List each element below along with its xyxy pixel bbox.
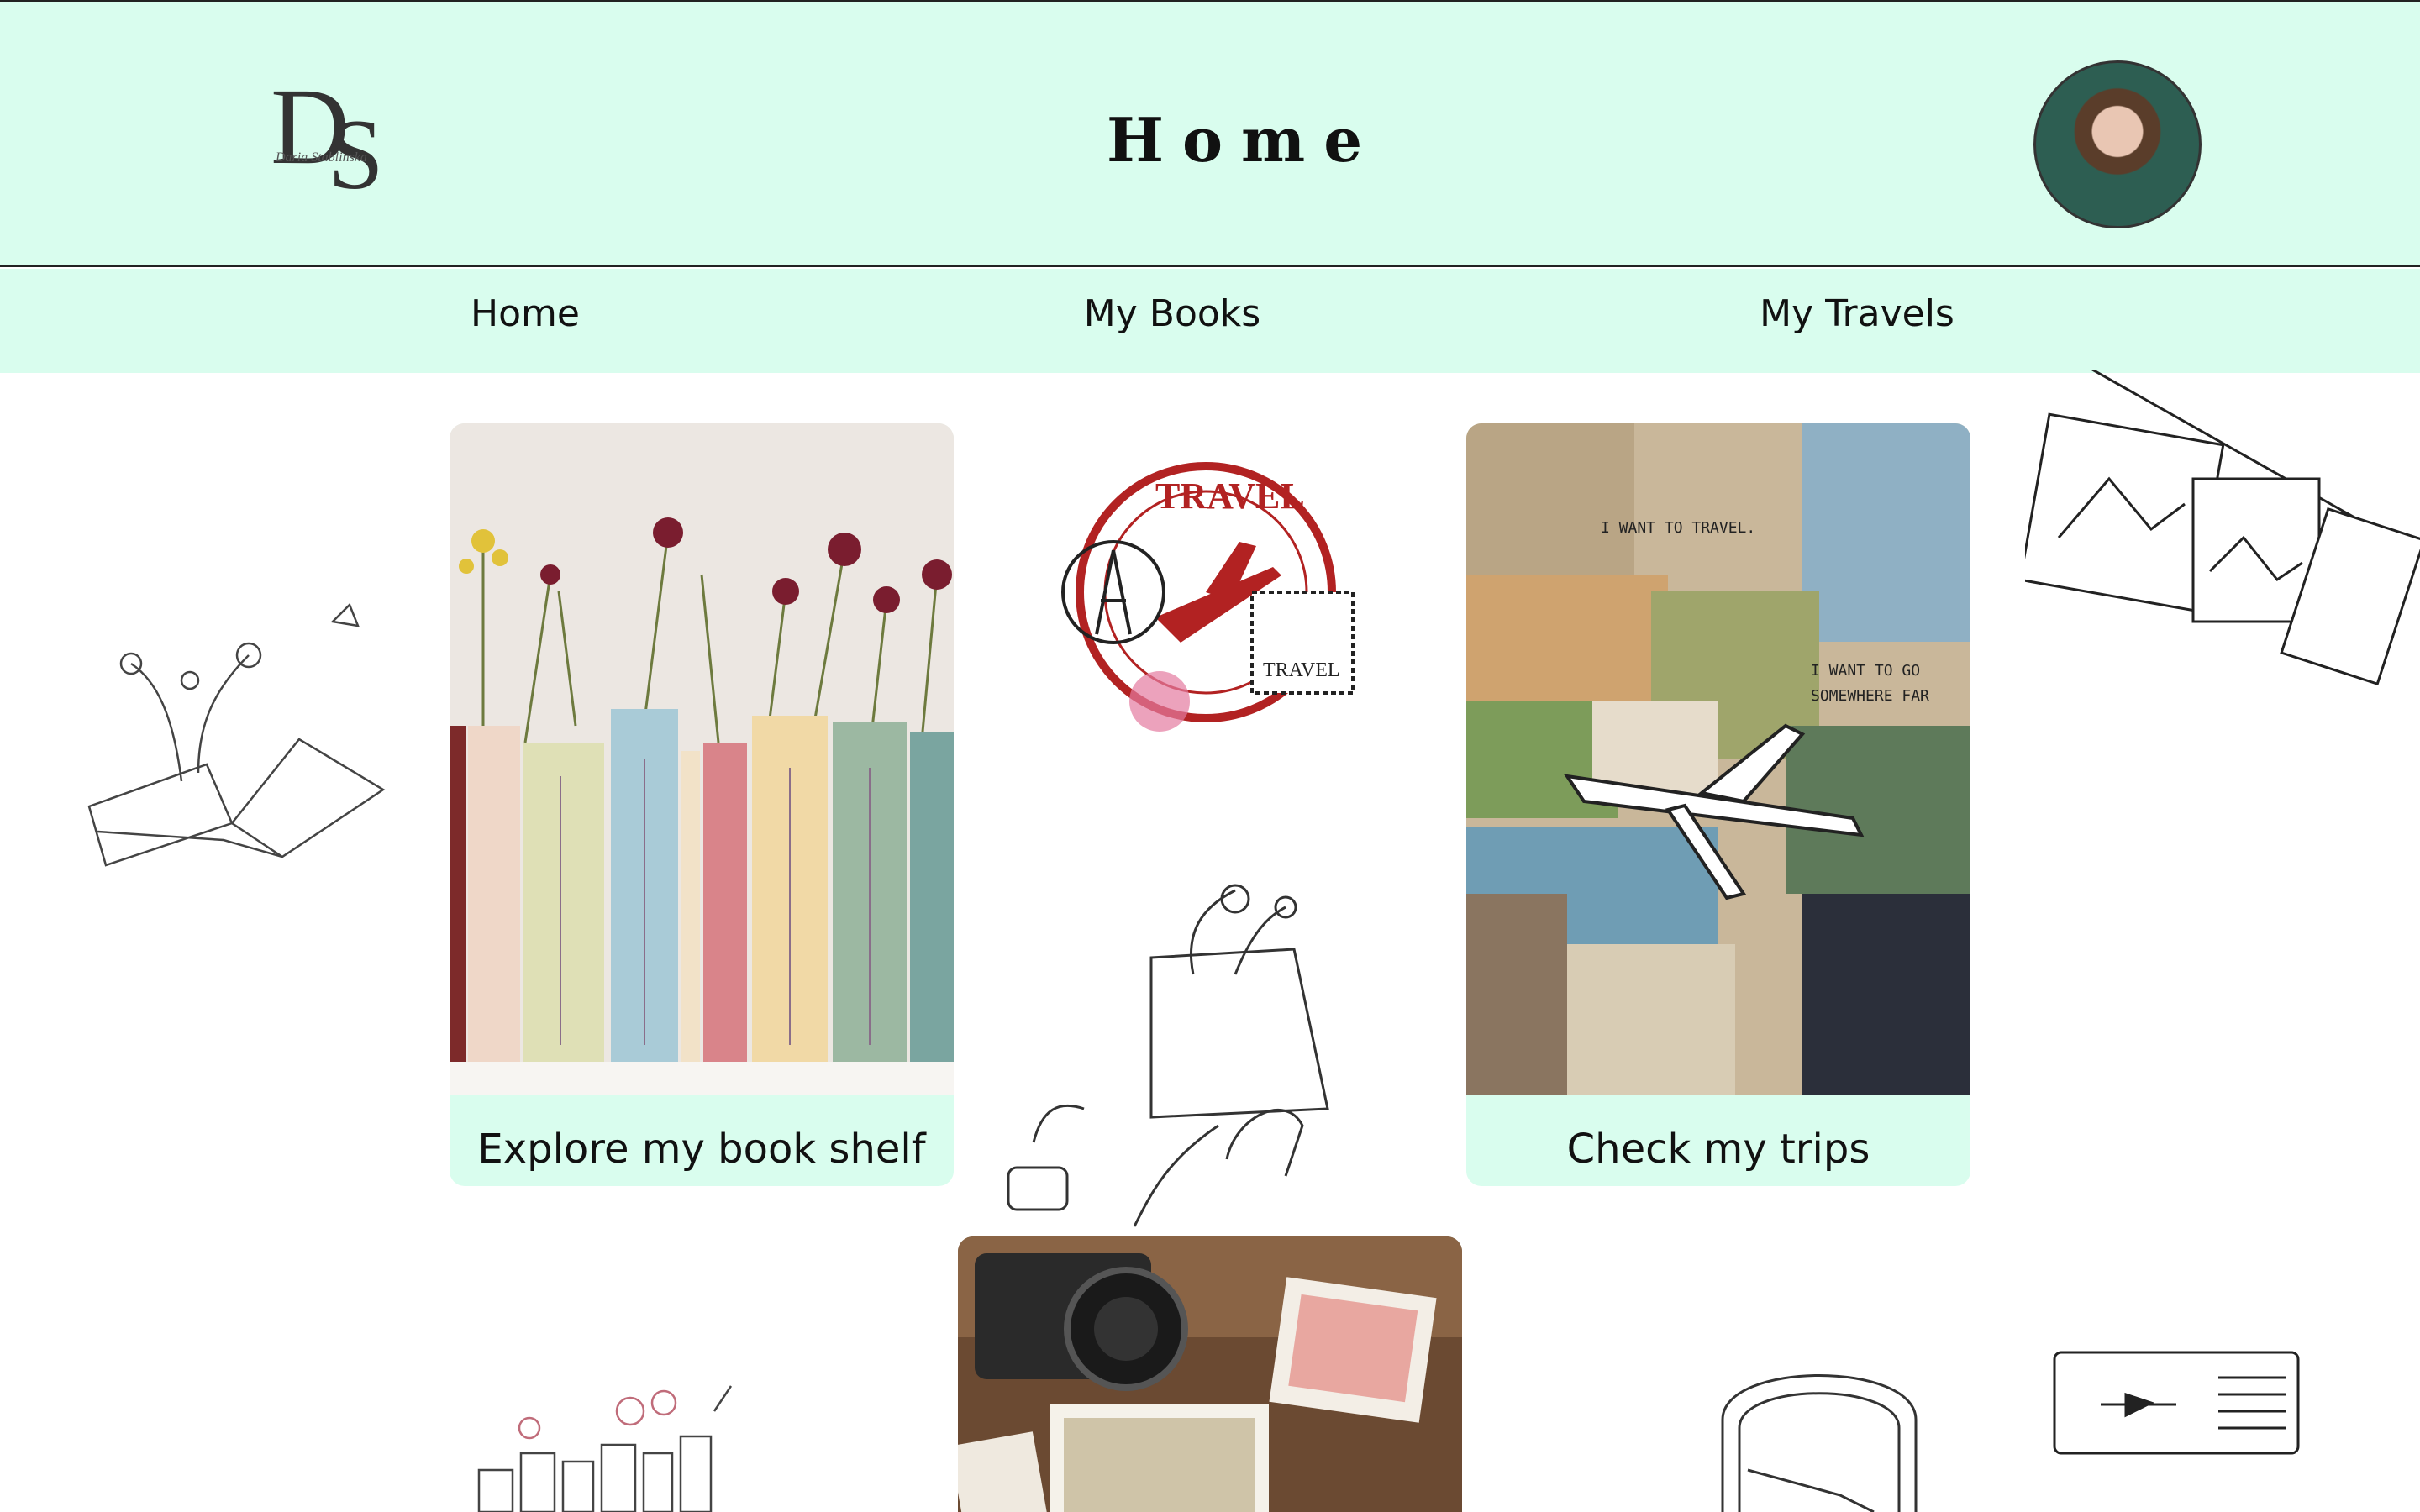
trips-card[interactable]: I WANT TO TRAVEL. I WANT TO GO SOMEWHERE… bbox=[1466, 423, 1970, 1186]
books-card[interactable]: Explore my book shelf bbox=[450, 423, 954, 1186]
svg-text:I WANT TO TRAVEL.: I WANT TO TRAVEL. bbox=[1601, 519, 1755, 537]
travel-stamp-illustration: TRAVEL TRAVEL bbox=[1055, 449, 1374, 752]
trips-card-label: Check my trips bbox=[1566, 1126, 1870, 1173]
books-flowers-illustration bbox=[462, 1378, 773, 1512]
nav-item-my-travels[interactable]: My Travels bbox=[1731, 289, 1983, 339]
hanging-polaroids-illustration bbox=[2025, 370, 2420, 714]
camera-photos-image bbox=[958, 1236, 1462, 1512]
books-card-label: Explore my book shelf bbox=[477, 1126, 926, 1173]
airplane-window-illustration bbox=[1706, 1352, 1933, 1512]
svg-text:I WANT TO GO: I WANT TO GO bbox=[1811, 662, 1920, 680]
logo-signature: Daria Stablinska bbox=[275, 150, 367, 165]
open-book-flowers-illustration bbox=[81, 588, 392, 890]
site-logo[interactable]: D S Daria Stablinska bbox=[267, 62, 418, 213]
travel-collage-image: I WANT TO TRAVEL. I WANT TO GO SOMEWHERE… bbox=[1466, 423, 1970, 1095]
bookshelf-image bbox=[450, 423, 954, 1095]
svg-text:SOMEWHERE FAR: SOMEWHERE FAR bbox=[1811, 687, 1929, 705]
hand-holding-book-illustration bbox=[983, 874, 1336, 1243]
photos-card[interactable] bbox=[958, 1236, 1462, 1512]
main-nav: Home My Books My Travels bbox=[0, 269, 2420, 373]
boarding-pass-illustration bbox=[2050, 1344, 2302, 1462]
avatar[interactable] bbox=[2033, 60, 2202, 228]
page-title: Home bbox=[1106, 104, 1381, 176]
nav-item-home[interactable]: Home bbox=[420, 289, 630, 339]
postage-stamp-text: TRAVEL bbox=[1263, 659, 1340, 681]
travel-stamp-text: TRAVEL bbox=[1155, 475, 1305, 517]
site-header: D S Daria Stablinska Home bbox=[0, 0, 2420, 267]
nav-item-my-books[interactable]: My Books bbox=[1042, 289, 1302, 339]
